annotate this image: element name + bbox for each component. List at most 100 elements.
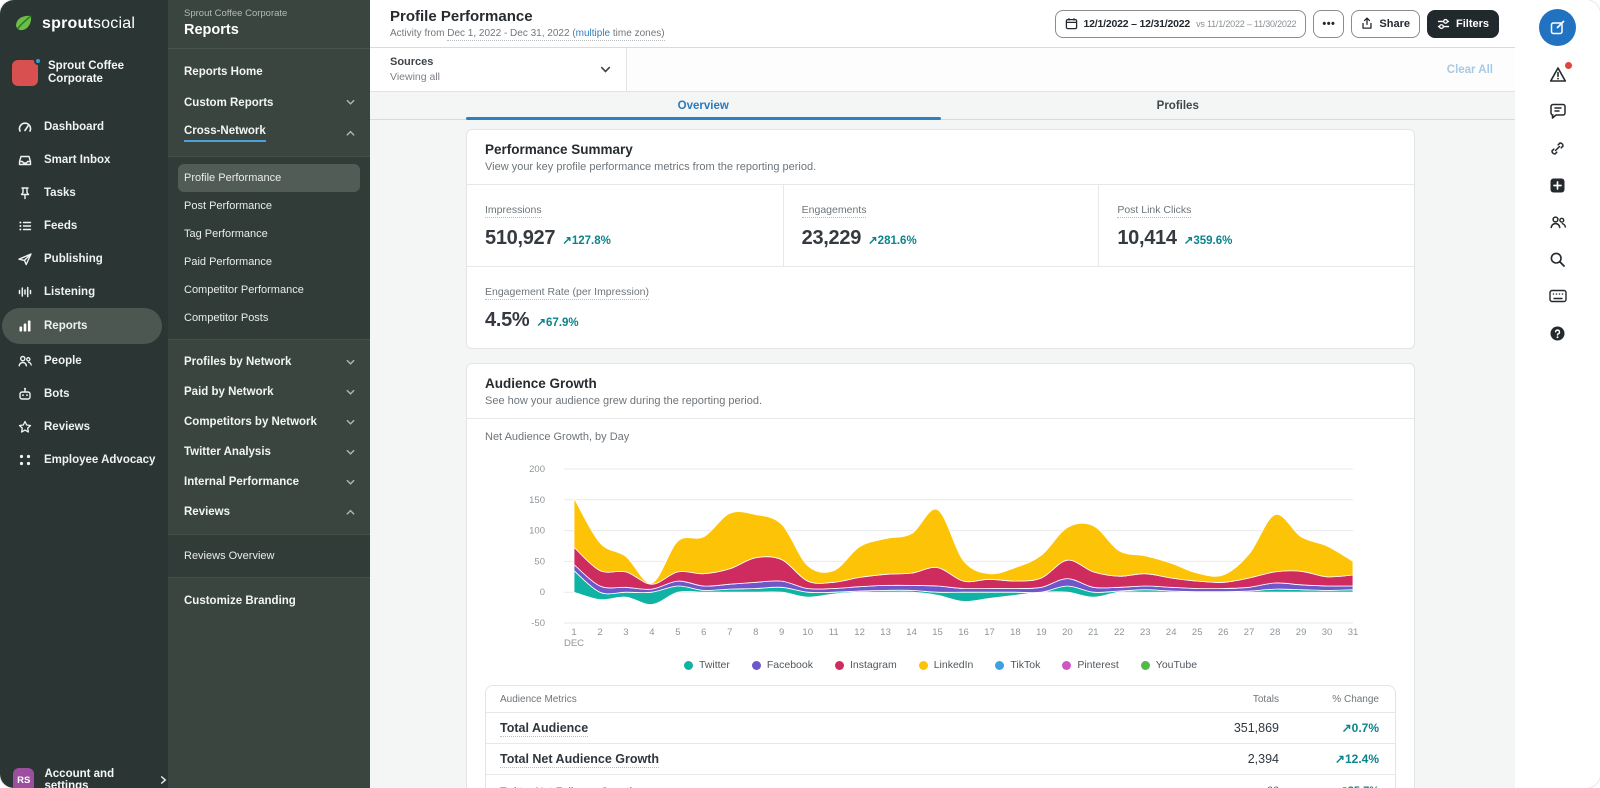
more-options-button[interactable]: ••• (1313, 10, 1344, 38)
svg-text:26: 26 (1218, 627, 1229, 638)
activity-subtitle: Activity from Dec 1, 2022 - Dec 31, 2022… (390, 28, 665, 39)
legend-swatch (684, 661, 693, 670)
legend-item-instagram[interactable]: Instagram (835, 659, 897, 671)
legend-item-pinterest[interactable]: Pinterest (1062, 659, 1118, 671)
sidebar-item-reviews[interactable]: Reviews (0, 410, 168, 443)
svg-text:DEC: DEC (564, 638, 584, 649)
trend-up-icon: ↗ (868, 235, 878, 247)
user-avatar: RS (13, 768, 34, 788)
sidebar-item-dashboard[interactable]: Dashboard (0, 110, 168, 143)
svg-text:27: 27 (1244, 627, 1255, 638)
card-subtitle: View your key profile performance metric… (485, 161, 1396, 174)
sources-dropdown[interactable]: Sources Viewing all (370, 48, 627, 91)
metric-label[interactable]: Engagements (802, 204, 867, 218)
multiple-timezones-link[interactable]: multiple (576, 28, 610, 39)
brand: sproutsocial (0, 0, 168, 35)
keyboard-shortcuts-button[interactable] (1549, 287, 1567, 305)
subnav-footer-group: Customize Branding (168, 578, 370, 623)
alerts-button[interactable] (1549, 65, 1567, 83)
subnav-item-reviews[interactable]: Reviews (168, 497, 370, 527)
account-switcher[interactable]: Sprout Coffee Corporate (12, 60, 168, 86)
svg-text:30: 30 (1322, 627, 1333, 638)
subnav-item-profile-performance[interactable]: Profile Performance (178, 164, 360, 192)
subnav-item-cross-network[interactable]: Cross-Network (168, 118, 370, 149)
sidebar-item-bots[interactable]: Bots (0, 377, 168, 410)
add-button[interactable] (1549, 176, 1566, 194)
metric-change: ↗127.8% (562, 233, 611, 247)
filters-sliders-icon (1437, 18, 1450, 30)
svg-text:0: 0 (540, 587, 545, 598)
svg-text:2: 2 (597, 627, 602, 638)
search-button[interactable] (1549, 250, 1566, 268)
sidebar-item-smart-inbox[interactable]: Smart Inbox (0, 143, 168, 176)
sidebar-item-employee-advocacy[interactable]: Employee Advocacy (0, 443, 168, 476)
subnav-item-post-performance[interactable]: Post Performance (178, 192, 360, 220)
metric-value: 10,414 (1117, 227, 1176, 250)
subnav-item-tag-performance[interactable]: Tag Performance (178, 220, 360, 248)
bar-chart-icon (17, 318, 33, 334)
sidebar-item-publishing[interactable]: Publishing (0, 242, 168, 275)
listening-waves-icon (17, 284, 33, 300)
legend-item-youtube[interactable]: YouTube (1141, 659, 1197, 671)
sidebar-item-people[interactable]: People (0, 344, 168, 377)
legend-item-linkedin[interactable]: LinkedIn (919, 659, 974, 671)
plus-square-icon (1549, 177, 1566, 194)
subnav-item-competitors-by-network[interactable]: Competitors by Network (168, 407, 370, 437)
chevron-up-icon (345, 507, 356, 518)
svg-text:23: 23 (1140, 627, 1151, 638)
svg-text:25: 25 (1192, 627, 1203, 638)
filters-button[interactable]: Filters (1427, 10, 1499, 38)
subnav-item-paid-performance[interactable]: Paid Performance (178, 248, 360, 276)
svg-text:10: 10 (802, 627, 813, 638)
metric-label[interactable]: Engagement Rate (per Impression) (485, 286, 649, 300)
card-title: Audience Growth (485, 376, 1396, 392)
help-button[interactable] (1549, 324, 1566, 342)
metric-label[interactable]: Impressions (485, 204, 542, 218)
sidebar-item-tasks[interactable]: Tasks (0, 176, 168, 209)
subnav-item-reviews-overview[interactable]: Reviews Overview (178, 542, 360, 570)
team-button[interactable] (1549, 213, 1567, 231)
tab-profiles[interactable]: Profiles (941, 92, 1416, 119)
chevron-down-icon (599, 63, 612, 76)
chevron-down-icon (345, 97, 356, 108)
card-subtitle: See how your audience grew during the re… (485, 395, 1396, 408)
table-row-total-net-audience-growth: Total Net Audience Growth 2,394 ↗12.4% (486, 744, 1395, 775)
sidebar-item-reports[interactable]: Reports (2, 308, 162, 344)
sidebar-item-feeds[interactable]: Feeds (0, 209, 168, 242)
subnav-item-customize-branding[interactable]: Customize Branding (168, 585, 370, 616)
page-title: Profile Performance (390, 8, 665, 25)
subnav-item-twitter-analysis[interactable]: Twitter Analysis (168, 437, 370, 467)
subnav-item-custom-reports[interactable]: Custom Reports (168, 87, 370, 118)
date-range-button[interactable]: 12/1/2022 – 12/31/2022 vs 11/1/2022 – 11… (1055, 10, 1307, 38)
audience-metrics-table: Audience Metrics Totals % Change Total A… (485, 685, 1396, 788)
subnav-item-reports-home[interactable]: Reports Home (168, 56, 370, 87)
clear-all-link[interactable]: Clear All (1447, 64, 1493, 76)
subnav-item-profiles-by-network[interactable]: Profiles by Network (168, 347, 370, 377)
calendar-icon (1065, 17, 1078, 30)
account-and-settings[interactable]: RS Account and settings (0, 758, 168, 788)
star-icon (17, 419, 33, 435)
compose-button[interactable] (1539, 9, 1576, 46)
subnav-item-competitor-posts[interactable]: Competitor Posts (178, 304, 360, 332)
chevron-down-icon (345, 387, 356, 398)
metric-change: ↗281.6% (868, 233, 917, 247)
messages-button[interactable] (1549, 102, 1567, 120)
bot-icon (17, 386, 33, 402)
reviews-group: Reviews Overview (168, 534, 370, 578)
reports-subnav: Sprout Coffee Corporate Reports Reports … (168, 0, 370, 788)
legend-item-tiktok[interactable]: TikTok (995, 659, 1040, 671)
legend-item-facebook[interactable]: Facebook (752, 659, 813, 671)
link-button[interactable] (1549, 139, 1566, 157)
inbox-icon (17, 152, 33, 168)
sidebar-item-listening[interactable]: Listening (0, 275, 168, 308)
sources-value: Viewing all (390, 71, 440, 83)
metric-label[interactable]: Post Link Clicks (1117, 204, 1191, 218)
svg-text:4: 4 (649, 627, 654, 638)
svg-text:16: 16 (958, 627, 969, 638)
legend-item-twitter[interactable]: Twitter (684, 659, 730, 671)
subnav-item-internal-performance[interactable]: Internal Performance (168, 467, 370, 497)
subnav-item-paid-by-network[interactable]: Paid by Network (168, 377, 370, 407)
subnav-item-competitor-performance[interactable]: Competitor Performance (178, 276, 360, 304)
share-button[interactable]: Share (1351, 10, 1420, 38)
tab-overview[interactable]: Overview (466, 92, 941, 119)
